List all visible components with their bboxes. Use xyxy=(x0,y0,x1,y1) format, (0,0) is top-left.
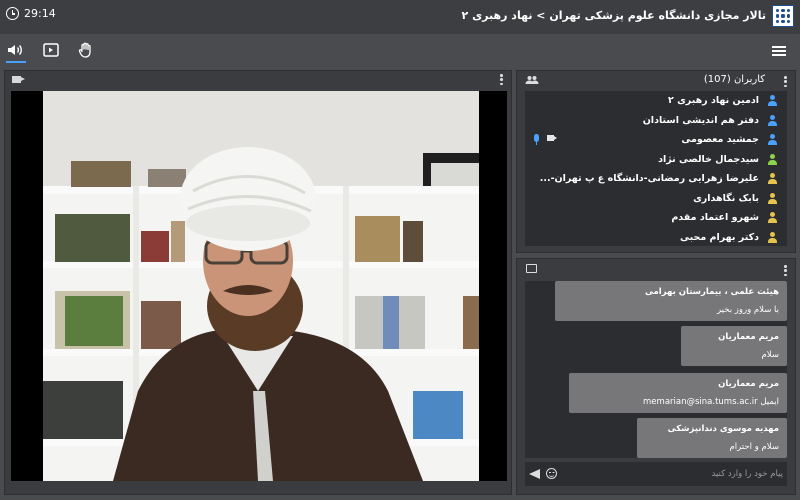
participant-name: ادمین نهاد رهبری ۲ xyxy=(667,95,759,106)
person-icon xyxy=(767,173,778,184)
message-sender: مهدیه موسوی دندانپزشکی xyxy=(667,424,779,434)
chat-message: مریم معماریان سلام xyxy=(681,326,787,366)
video-stream xyxy=(11,91,507,481)
speaker-video xyxy=(43,91,479,481)
message-sender: هیئت علمی ، بیمارستان بهرامی xyxy=(644,287,779,297)
person-icon xyxy=(767,114,778,126)
raise-hand-icon xyxy=(78,42,91,58)
participant-name: دکتر بهرام محبی xyxy=(680,231,759,243)
person-icon xyxy=(767,212,778,223)
university-logo xyxy=(772,5,794,27)
participants-list: ادمین نهاد رهبری ۲ دفتر هم اندیشی استادا… xyxy=(525,91,787,246)
participant-name: بابک نگاهداری xyxy=(693,192,759,204)
chat-message: هیئت علمی ، بیمارستان بهرامی با سلام ورو… xyxy=(555,281,787,321)
timer-text: 29:14 xyxy=(24,7,56,20)
message-text: با سلام وروز بخیر xyxy=(716,305,779,315)
screen-share-icon xyxy=(43,43,59,57)
chat-input-bar xyxy=(525,462,787,486)
participant-row[interactable]: دکتر بهرام محبی xyxy=(525,228,787,248)
participant-row[interactable]: شهرو اعتماد مقدم xyxy=(525,208,787,228)
participants-options-icon[interactable] xyxy=(784,76,787,87)
top-bar: 29:14 تالار مجازی دانشگاه علوم پزشکی تهر… xyxy=(0,0,800,34)
participant-name: جمشید معصومی xyxy=(681,134,759,145)
clock-icon xyxy=(6,7,19,20)
video-panel xyxy=(4,70,512,495)
participant-row[interactable]: علیرضا زهرایی رمضانی-دانشگاه ع پ تهران-.… xyxy=(525,169,787,189)
person-icon xyxy=(767,231,778,243)
participants-title: کاربران (107) xyxy=(703,74,765,85)
users-icon xyxy=(525,76,539,84)
chat-message: مهدیه موسوی دندانپزشکی سلام و احترام xyxy=(637,418,787,458)
video-options-icon[interactable] xyxy=(500,74,503,85)
chat-options-icon[interactable] xyxy=(784,265,787,276)
participant-name: سیدجمال خالصی نژاد xyxy=(658,153,759,165)
participant-row[interactable]: جمشید معصومی xyxy=(525,130,787,150)
chat-message: مریم معماریان memarian@sina.tums.ac.ir ا… xyxy=(569,373,787,413)
chat-messages: هیئت علمی ، بیمارستان بهرامی با سلام ورو… xyxy=(525,281,787,458)
volume-icon xyxy=(8,45,22,55)
message-text: سلام و احترام xyxy=(729,442,779,452)
speaker-video-image xyxy=(43,91,479,481)
person-icon xyxy=(767,153,778,165)
message-text: سلام xyxy=(761,350,779,360)
room-title: تالار مجازی دانشگاه علوم پزشکی تهران > ن… xyxy=(461,9,766,22)
camera-icon xyxy=(547,135,557,141)
video-panel-header xyxy=(5,71,511,89)
person-icon xyxy=(767,95,778,106)
message-sender: مریم معماریان xyxy=(718,332,779,342)
menu-icon[interactable] xyxy=(772,46,786,56)
participant-row[interactable]: دفتر هم اندیشی استادان xyxy=(525,111,787,131)
microphone-icon xyxy=(534,134,539,145)
participant-row[interactable]: سیدجمال خالصی نژاد xyxy=(525,150,787,170)
participant-row[interactable]: ادمین نهاد رهبری ۲ xyxy=(525,91,787,111)
session-timer: 29:14 xyxy=(6,7,56,20)
chat-icon xyxy=(526,264,537,273)
participant-row[interactable]: بابک نگاهداری xyxy=(525,189,787,209)
participants-panel: کاربران (107) ادمین نهاد رهبری ۲ دفتر هم… xyxy=(516,70,796,253)
screen-share-button[interactable] xyxy=(42,42,60,58)
participant-name: شهرو اعتماد مقدم xyxy=(671,212,759,223)
participant-name: علیرضا زهرایی رمضانی-دانشگاه ع پ تهران-.… xyxy=(539,173,759,184)
chat-message-input[interactable] xyxy=(563,464,783,484)
person-icon xyxy=(767,134,778,145)
toolbar xyxy=(0,34,800,66)
volume-button[interactable] xyxy=(7,42,25,58)
emoji-icon[interactable] xyxy=(546,468,557,479)
camera-icon xyxy=(12,76,25,83)
message-text: memarian@sina.tums.ac.ir ایمیل xyxy=(643,397,779,407)
active-indicator xyxy=(6,61,26,63)
participant-name: دفتر هم اندیشی استادان xyxy=(642,114,759,126)
send-icon[interactable] xyxy=(529,469,540,479)
person-icon xyxy=(767,192,778,204)
message-sender: مریم معماریان xyxy=(718,379,779,389)
chat-panel: هیئت علمی ، بیمارستان بهرامی با سلام ورو… xyxy=(516,258,796,495)
raise-hand-button[interactable] xyxy=(77,42,95,58)
